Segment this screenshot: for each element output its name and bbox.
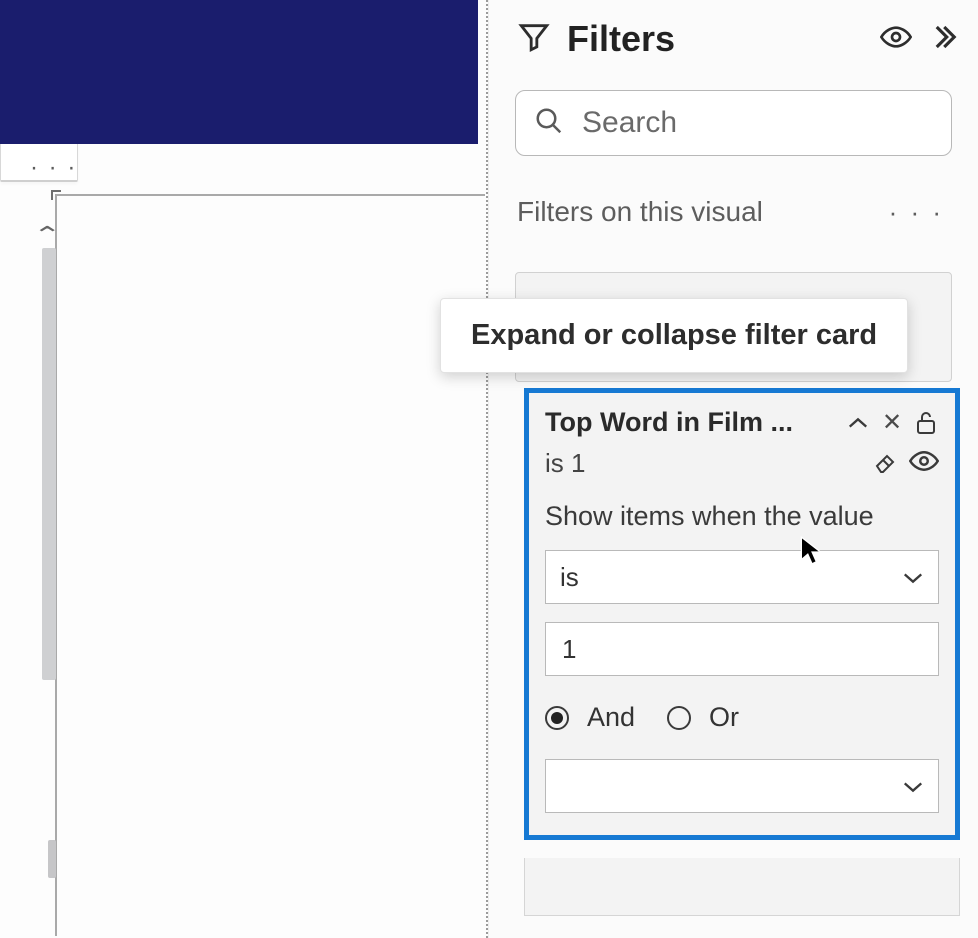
search-icon: [534, 106, 564, 141]
lock-filter-icon[interactable]: [913, 411, 939, 435]
operator-select-1[interactable]: is: [545, 550, 939, 604]
section-label: Filters on this visual: [517, 196, 763, 228]
visual-frame[interactable]: [55, 194, 485, 936]
visual-scrollbar[interactable]: [42, 248, 56, 934]
report-canvas: · · · ⌃: [0, 0, 488, 938]
search-placeholder: Search: [582, 106, 677, 140]
logic-radio-group: And Or: [545, 702, 939, 733]
condition-label: Show items when the value: [545, 501, 939, 532]
canvas-background: [0, 0, 478, 144]
value-1-field[interactable]: [560, 633, 924, 666]
chevron-down-icon: [902, 771, 924, 802]
visibility-icon[interactable]: [880, 25, 912, 54]
chevron-down-icon: [902, 562, 924, 593]
clear-filter-icon[interactable]: [873, 448, 899, 479]
radio-or-label: Or: [709, 702, 739, 733]
operator-1-value: is: [560, 562, 579, 593]
remove-filter-icon[interactable]: ✕: [879, 408, 905, 437]
more-options-icon[interactable]: · · ·: [30, 156, 77, 180]
scrollbar-thumb[interactable]: [42, 248, 56, 680]
collapse-pane-icon[interactable]: [928, 22, 958, 57]
funnel-icon: [517, 20, 551, 59]
scrollbar-thumb-aux[interactable]: [48, 840, 56, 878]
filter-card-title: Top Word in Film ...: [545, 407, 837, 438]
value-input-1[interactable]: [545, 622, 939, 676]
mouse-cursor-icon: [800, 536, 822, 566]
tooltip-expand-collapse: Expand or collapse filter card: [440, 298, 908, 373]
section-more-icon[interactable]: · · ·: [889, 197, 944, 228]
filter-card-selected: Top Word in Film ... ✕ is 1 Show items w…: [524, 388, 960, 840]
filters-search-input[interactable]: Search: [515, 90, 952, 156]
collapse-card-icon[interactable]: [845, 414, 871, 432]
filter-summary: is 1: [545, 448, 863, 479]
hide-filter-icon[interactable]: [909, 450, 939, 477]
filters-pane-header: Filters: [489, 0, 978, 64]
radio-and-label: And: [587, 702, 635, 733]
filter-card-footer: [524, 858, 960, 916]
radio-or[interactable]: [667, 706, 691, 730]
filters-section-header: Filters on this visual · · ·: [489, 156, 978, 230]
operator-select-2[interactable]: [545, 759, 939, 813]
scroll-up-icon[interactable]: ⌃: [32, 222, 62, 248]
filters-pane-title: Filters: [567, 18, 864, 60]
radio-and[interactable]: [545, 706, 569, 730]
